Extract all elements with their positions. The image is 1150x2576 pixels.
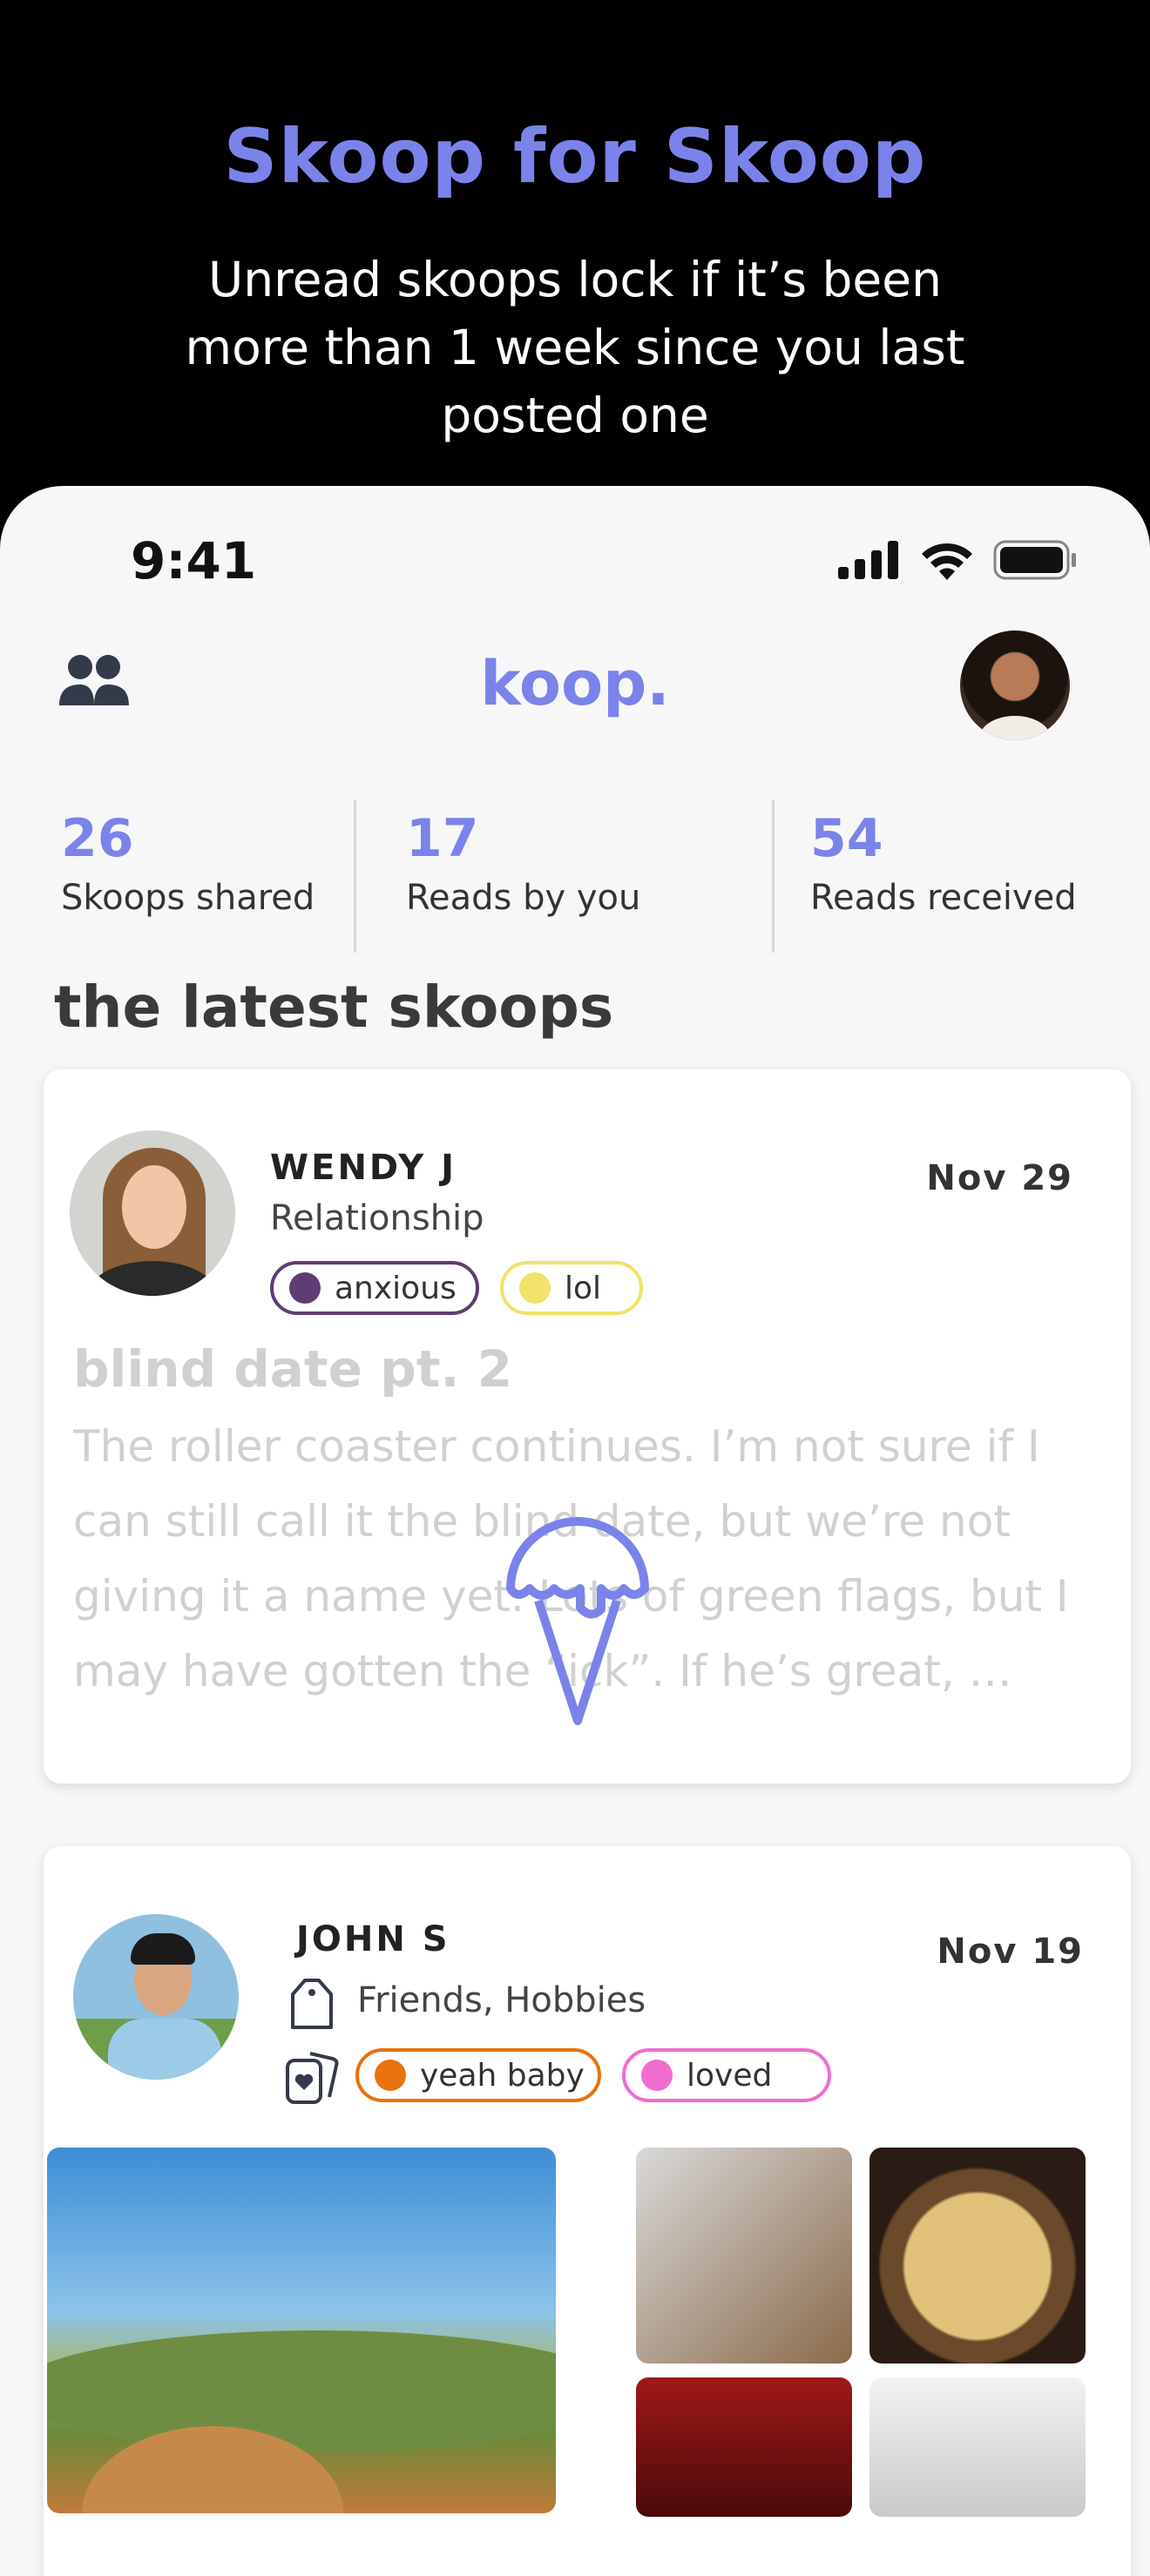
stat-value: 26 — [61, 808, 134, 869]
promo-subtitle: Unread skoops lock if it’s been more tha… — [185, 252, 965, 443]
mood-dot — [519, 1272, 551, 1304]
post-photo-thumbnail[interactable] — [636, 2148, 852, 2364]
mood-chip: anxious — [270, 1261, 479, 1315]
wifi-icon — [922, 543, 972, 580]
post-title: blind date pt. 2 — [73, 1339, 513, 1399]
post-photo-thumbnail[interactable] — [869, 2148, 1086, 2364]
mood-label: yeah baby — [420, 2057, 585, 2094]
tag-icon — [291, 1979, 333, 2029]
mood-dot — [641, 2060, 673, 2091]
stats-bar: 26 Skoops shared 17 Reads by you 54 Read… — [0, 799, 1150, 956]
mood-dot — [375, 2060, 406, 2091]
author-avatar — [73, 1914, 239, 2080]
status-time: 9:41 — [131, 531, 257, 590]
post-topic: Friends, Hobbies — [357, 1980, 646, 2020]
stat-label: Reads received — [810, 878, 1077, 918]
author-name: JOHN S — [296, 1919, 450, 1959]
post-photo-main[interactable] — [47, 2148, 556, 2513]
stat-divider — [772, 799, 775, 953]
mood-dot — [289, 1272, 321, 1304]
ice-cream-lock-icon[interactable] — [504, 1505, 652, 1728]
phone-screen: 9:41 koop. 26 Skoops shared 17 Reads by … — [0, 486, 1150, 2576]
mood-label: lol — [565, 1270, 602, 1306]
app-header: koop. — [0, 625, 1150, 747]
promo-title: Skoop for Skoop — [223, 113, 927, 200]
author-name: WENDY J — [270, 1148, 457, 1188]
post-photo-thumbnail[interactable] — [869, 2377, 1086, 2517]
section-title: the latest skoops — [54, 974, 614, 1041]
cellular-signal-icon — [838, 541, 898, 579]
mood-chip: lol — [500, 1261, 643, 1315]
stat-label: Reads by you — [406, 878, 641, 918]
post-date: Nov 19 — [937, 1932, 1084, 1972]
status-icons — [838, 540, 1077, 580]
stat-value: 17 — [406, 808, 479, 869]
mood-label: loved — [687, 2057, 773, 2094]
battery-icon — [993, 540, 1076, 580]
post-photo-thumbnail[interactable] — [636, 2377, 852, 2517]
stat-value: 54 — [810, 808, 883, 869]
author-avatar — [70, 1130, 235, 1296]
profile-avatar[interactable] — [960, 631, 1070, 740]
mood-cards-icon — [286, 2052, 339, 2104]
stat-reads-received: 54 Reads received — [810, 799, 1077, 954]
mood-chip: yeah baby — [355, 2048, 601, 2102]
post-topic: Relationship — [270, 1198, 484, 1238]
mood-chip: loved — [622, 2048, 831, 2102]
post-date: Nov 29 — [926, 1158, 1073, 1198]
stat-reads-by-you: 17 Reads by you — [406, 799, 640, 954]
mood-label: anxious — [335, 1270, 457, 1306]
skoop-card[interactable]: WENDY J Relationship Nov 29 anxious lol … — [44, 1069, 1131, 1784]
stat-skoops-shared: 26 Skoops shared — [61, 799, 315, 954]
stat-label: Skoops shared — [61, 878, 315, 918]
stat-divider — [354, 799, 356, 953]
